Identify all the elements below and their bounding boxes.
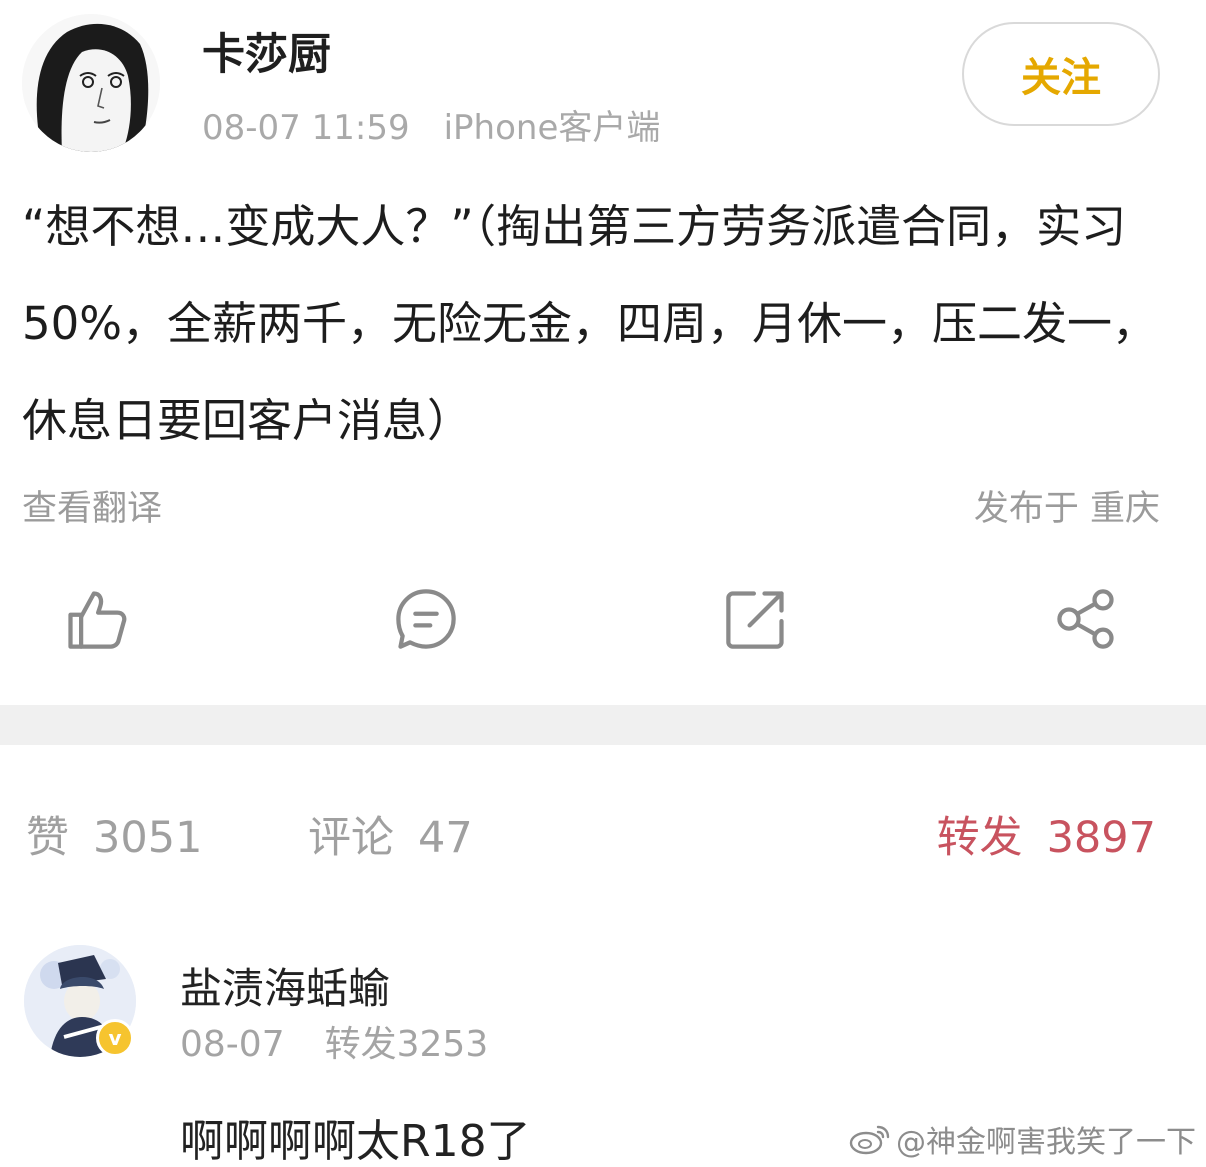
commenter-username[interactable]: 盐渍海蛞蝓 [180,955,390,1016]
post-meta: 08-07 11:59 iPhone客户端 [202,100,660,149]
comments-label: 评论 [308,813,394,863]
repost-item[interactable]: v 盐渍海蛞蝓 08-07 转发3253 啊啊啊啊太R18了 @神金啊害我笑了一下 [0,905,1206,1167]
comment-text: 啊啊啊啊太R18了 [180,1116,531,1167]
comments-tab[interactable]: 评论 47 [308,803,473,865]
likes-label: 赞 [26,813,69,863]
verified-badge-icon: v [96,1019,134,1057]
thumbs-up-icon[interactable] [62,585,130,653]
comment-repost-count: 转发3253 [324,1024,489,1065]
comment-meta: 08-07 转发3253 [180,1015,488,1067]
post-username[interactable]: 卡莎厨 [202,20,331,82]
comment-date: 08-07 [180,1024,285,1065]
section-divider [0,705,1206,745]
reposts-count: 3897 [1046,813,1156,863]
stats-bar: 赞 3051 评论 47 转发 3897 [0,745,1206,905]
weibo-watermark: @神金啊害我笑了一下 [848,1117,1196,1161]
post-card: 卡莎厨 08-07 11:59 iPhone客户端 关注 “想不想…变成大人？”（… [0,0,1206,705]
share-icon[interactable] [1052,585,1120,653]
weibo-logo-icon [849,1125,890,1155]
post-time: 08-07 11:59 [202,108,410,148]
post-client: iPhone客户端 [443,108,661,148]
reposts-tab[interactable]: 转发 3897 [937,803,1156,865]
translate-link[interactable]: 查看翻译 [22,480,162,531]
post-location: 发布于 重庆 [973,489,1160,529]
likes-tab[interactable]: 赞 3051 [26,803,202,865]
follow-button[interactable]: 关注 [962,22,1160,126]
user-avatar[interactable] [22,14,160,152]
reposts-label: 转发 [936,813,1023,863]
post-content: “想不想…变成大人？”（掏出第三方劳务派遣合同，实习50%，全薪两千，无险无金，… [22,200,1158,447]
watermark-text: @神金啊害我笑了一下 [896,1125,1196,1160]
likes-count: 3051 [93,813,203,863]
comments-count: 47 [418,813,473,863]
repost-icon[interactable] [722,585,790,653]
comment-icon[interactable] [392,585,460,653]
